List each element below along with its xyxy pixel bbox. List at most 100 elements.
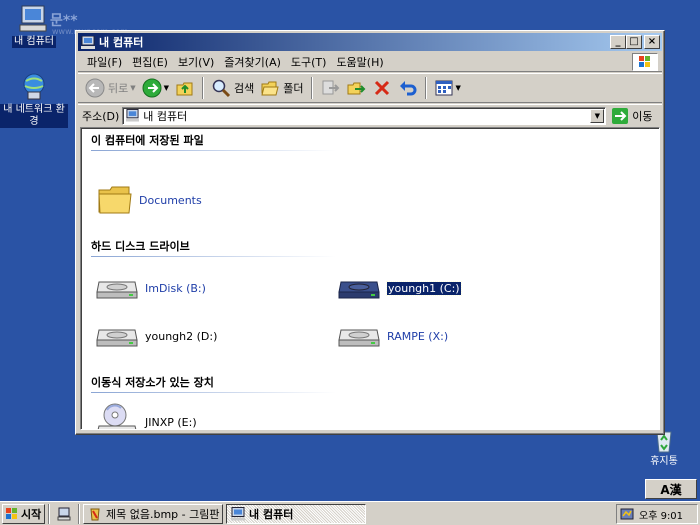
item-label: Documents	[139, 193, 202, 207]
delete-icon	[374, 80, 389, 96]
my-computer-icon	[81, 35, 95, 49]
maximize-button[interactable]: □	[626, 35, 642, 49]
minimize-button[interactable]: _	[610, 35, 626, 49]
hard-drive-icon	[96, 329, 138, 347]
up-folder-button[interactable]	[172, 76, 198, 100]
desktop-icon-label: 내 컴퓨터	[12, 36, 56, 48]
up-folder-icon	[176, 82, 193, 96]
drive-item-imdisk[interactable]: ImDisk (B:)	[95, 276, 206, 300]
window-titlebar[interactable]: 내 컴퓨터 _ □ ×	[78, 33, 662, 51]
go-button[interactable]: 이동	[612, 107, 653, 124]
hard-drive-icon	[338, 329, 380, 347]
my-computer-icon	[126, 109, 140, 122]
folders-icon	[261, 81, 279, 96]
item-label: JINXP (E:)	[145, 415, 197, 429]
delete-button[interactable]	[369, 76, 395, 100]
menu-favorites[interactable]: 즐겨찾기(A)	[219, 54, 286, 70]
address-dropdown-button[interactable]: ▼	[590, 108, 605, 123]
menu-view[interactable]: 보기(V)	[173, 54, 219, 70]
undo-button[interactable]	[395, 76, 421, 100]
hard-drive-icon	[338, 281, 380, 299]
network-icon	[23, 73, 45, 100]
clock[interactable]: 오후 9:01	[639, 507, 683, 522]
views-icon	[435, 80, 453, 96]
toolbar-separator	[424, 77, 427, 99]
folders-button[interactable]: 폴더	[257, 76, 306, 100]
window-title: 내 컴퓨터	[99, 36, 144, 49]
go-label: 이동	[632, 109, 653, 123]
task-label: 제목 없음.bmp - 그림판	[106, 507, 220, 521]
menu-help[interactable]: 도움말(H)	[331, 54, 388, 70]
item-label: RAMPE (X:)	[387, 329, 449, 343]
chevron-down-icon: ▼	[130, 84, 136, 92]
start-label: 시작	[21, 507, 42, 521]
menu-file[interactable]: 파일(F)	[82, 54, 127, 70]
search-button[interactable]: 검색	[208, 76, 257, 100]
quicklaunch-ie-button[interactable]	[53, 504, 75, 524]
address-input[interactable]: 내 컴퓨터 ▼	[122, 106, 607, 125]
task-my-computer[interactable]: 내 컴퓨터	[226, 503, 366, 524]
task-paint[interactable]: 제목 없음.bmp - 그림판	[83, 503, 223, 524]
group-header: 이동식 저장소가 있는 장치	[91, 374, 336, 394]
menu-tools[interactable]: 도구(T)	[286, 54, 332, 70]
desktop-icon-network[interactable]: 내 네트워크 환경	[0, 72, 68, 128]
task-label: 내 컴퓨터	[249, 507, 294, 521]
chevron-down-icon: ▼	[455, 84, 461, 92]
go-arrow-icon	[612, 107, 629, 124]
desktop-icon-label: 휴지통	[650, 456, 678, 467]
menu-edit[interactable]: 편집(E)	[127, 54, 173, 70]
close-button[interactable]: ×	[644, 35, 660, 49]
my-computer-icon	[231, 506, 245, 520]
paint-icon	[90, 508, 100, 520]
undo-icon	[399, 81, 417, 96]
search-icon	[212, 79, 231, 98]
forward-button[interactable]: ▼	[139, 76, 172, 100]
windows-logo-icon	[632, 53, 658, 71]
item-label: youngh2 (D:)	[145, 329, 218, 343]
desktop-icon-my-computer[interactable]: 내 컴퓨터	[0, 4, 68, 48]
back-button[interactable]: 뒤로 ▼	[82, 76, 139, 100]
standard-toolbar: 뒤로 ▼ ▼ 검색 폴더 ▼	[78, 73, 662, 103]
start-button[interactable]: 시작	[2, 503, 45, 524]
back-arrow-icon	[85, 78, 105, 98]
folders-label: 폴더	[283, 82, 304, 95]
move-to-icon	[322, 80, 339, 95]
address-bar: 주소(D) 내 컴퓨터 ▼ 이동	[78, 104, 662, 126]
move-to-button[interactable]	[317, 76, 343, 100]
toolbar-separator	[310, 77, 313, 99]
search-label: 검색	[234, 82, 255, 95]
back-label: 뒤로	[108, 82, 129, 95]
hard-drive-icon	[96, 281, 138, 299]
copy-to-button[interactable]	[343, 76, 369, 100]
drive-item-d[interactable]: youngh2 (D:)	[95, 324, 217, 348]
my-computer-icon	[19, 5, 47, 32]
taskbar: 시작 제목 없음.bmp - 그림판 내 컴퓨터 오후 9:01	[0, 501, 700, 525]
group-header: 이 컴퓨터에 저장된 파일	[91, 132, 336, 152]
taskbar-separator	[78, 503, 80, 524]
item-label: ImDisk (B:)	[145, 281, 206, 295]
file-view: 이 컴퓨터에 저장된 파일 Documents 하드 디스크 드라이브 ImDi…	[80, 127, 660, 430]
menu-bar: 파일(F) 편집(E) 보기(V) 즐겨찾기(A) 도구(T) 도움말(H)	[78, 52, 662, 72]
quick-launch-icon	[57, 507, 71, 520]
copy-to-icon	[347, 82, 365, 95]
item-label: youngh1 (C:)	[386, 280, 462, 296]
views-button[interactable]: ▼	[431, 76, 464, 100]
drive-item-c[interactable]: youngh1 (C:)	[337, 276, 462, 300]
address-value: 내 컴퓨터	[143, 109, 188, 123]
system-tray: 오후 9:01	[616, 504, 698, 524]
cd-drive-icon	[97, 403, 137, 429]
folder-item-documents[interactable]: Documents	[97, 184, 202, 216]
chevron-down-icon: ▼	[163, 84, 170, 92]
address-label: 주소(D)	[82, 109, 120, 123]
drive-item-x[interactable]: RAMPE (X:)	[337, 324, 448, 348]
ime-label: A漢	[660, 482, 682, 497]
drive-item-cdrom[interactable]: JINXP (E:)	[95, 402, 197, 429]
explorer-window: 내 컴퓨터 _ □ × 파일(F) 편집(E) 보기(V) 즐겨찾기(A) 도구…	[75, 30, 665, 435]
tray-app-icon[interactable]	[620, 507, 634, 521]
desktop-icon-label: 내 네트워크 환경	[0, 104, 68, 128]
ime-indicator[interactable]: A漢	[645, 479, 697, 499]
window-controls: _ □ ×	[610, 35, 660, 49]
toolbar-separator	[202, 77, 205, 99]
taskbar-separator	[48, 503, 50, 524]
folder-icon	[98, 186, 132, 214]
